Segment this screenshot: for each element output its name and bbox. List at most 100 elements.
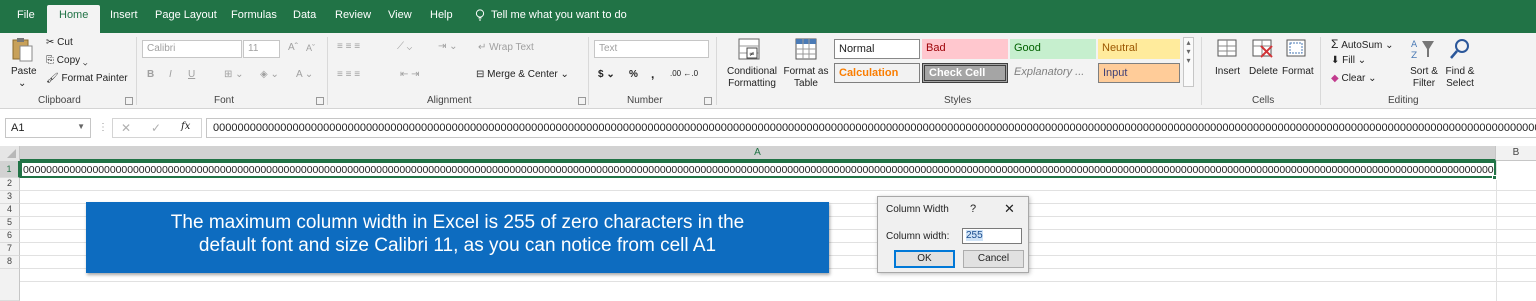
find-select-icon[interactable] bbox=[1448, 37, 1472, 64]
tab-file[interactable]: File bbox=[17, 9, 35, 21]
insert-function-icon[interactable]: fx bbox=[181, 121, 190, 132]
font-size-combo[interactable]: 11 bbox=[243, 40, 280, 58]
chevron-down-icon[interactable]: ▼ bbox=[77, 122, 85, 131]
clipboard-launcher-icon[interactable] bbox=[125, 97, 133, 105]
currency-button[interactable]: $ ⌄ bbox=[598, 69, 615, 80]
style-normal[interactable]: Normal bbox=[834, 39, 920, 59]
style-calculation[interactable]: Calculation bbox=[834, 63, 920, 83]
autosum-button[interactable]: Σ AutoSum ⌄ bbox=[1331, 37, 1394, 51]
svg-text:≠: ≠ bbox=[749, 50, 755, 58]
column-header-b[interactable]: B bbox=[1496, 146, 1536, 161]
underline-button[interactable]: U bbox=[188, 69, 195, 80]
row-header-8[interactable]: 8 bbox=[0, 256, 20, 269]
wrap-text-label: Wrap Text bbox=[489, 42, 534, 53]
indent-icon[interactable]: ⇤ ⇥ bbox=[400, 69, 420, 80]
conditional-formatting-button[interactable]: Conditional Formatting bbox=[725, 66, 779, 90]
divider bbox=[1201, 37, 1202, 105]
styles-gallery-scroll[interactable]: ▴ ▾ ▾ bbox=[1183, 37, 1194, 87]
comma-button[interactable]: , bbox=[651, 67, 654, 81]
fill-handle[interactable] bbox=[1492, 175, 1497, 180]
format-cells-button[interactable]: Format bbox=[1282, 66, 1314, 77]
tab-page-layout[interactable]: Page Layout bbox=[155, 9, 217, 21]
tab-home[interactable]: Home bbox=[47, 5, 101, 33]
row-header-1[interactable]: 1 bbox=[0, 161, 20, 178]
sort-filter-icon[interactable]: AZ bbox=[1410, 37, 1436, 64]
paste-label[interactable]: Paste bbox=[11, 66, 37, 77]
tell-me-search[interactable]: Tell me what you want to do bbox=[475, 9, 627, 21]
number-format-combo[interactable]: Text bbox=[594, 40, 709, 58]
enter-icon[interactable]: ✓ bbox=[151, 121, 161, 135]
font-launcher-icon[interactable] bbox=[316, 97, 324, 105]
format-as-table-icon[interactable] bbox=[795, 38, 819, 65]
alignment-launcher-icon[interactable] bbox=[578, 97, 586, 105]
text-direction-icon[interactable]: ⇥ ⌄ bbox=[438, 41, 458, 52]
row-header-6[interactable]: 6 bbox=[0, 230, 20, 243]
insert-cells-icon[interactable] bbox=[1217, 37, 1239, 62]
column-width-input[interactable]: 255 bbox=[962, 228, 1022, 244]
style-neutral[interactable]: Neutral bbox=[1098, 39, 1180, 59]
column-width-label: Column width: bbox=[886, 231, 950, 242]
merge-center-button[interactable]: ⊟ Merge & Center ⌄ bbox=[476, 69, 569, 80]
cancel-icon[interactable]: ✕ bbox=[121, 121, 131, 135]
tab-review[interactable]: Review bbox=[335, 9, 371, 21]
font-color-button[interactable]: A ⌄ bbox=[296, 69, 313, 80]
insert-cells-button[interactable]: Insert bbox=[1215, 66, 1240, 77]
format-painter-button[interactable]: 🖌 Format Painter bbox=[46, 73, 128, 84]
select-all-corner[interactable] bbox=[0, 146, 20, 161]
cancel-button[interactable]: Cancel bbox=[963, 250, 1024, 268]
decimal-buttons[interactable]: .00 ←.0 bbox=[670, 69, 698, 78]
divider bbox=[136, 37, 137, 105]
tab-data[interactable]: Data bbox=[293, 9, 316, 21]
style-check-cell[interactable]: Check Cell bbox=[922, 63, 1008, 83]
ok-button[interactable]: OK bbox=[894, 250, 955, 268]
formula-input[interactable]: 0000000000000000000000000000000000000000… bbox=[206, 118, 1536, 138]
paste-dropdown-icon[interactable]: ⌄ bbox=[18, 78, 26, 89]
fill-down-icon: ⬇ bbox=[1331, 55, 1340, 66]
row-header-7[interactable]: 7 bbox=[0, 243, 20, 256]
sigma-icon: Σ bbox=[1331, 37, 1339, 51]
bold-button[interactable]: B bbox=[147, 69, 154, 80]
row-header-2[interactable]: 2 bbox=[0, 178, 20, 191]
name-box[interactable]: A1 ▼ bbox=[5, 118, 91, 138]
wrap-text-button[interactable]: ↵ Wrap Text bbox=[478, 42, 534, 53]
shrink-font-button[interactable]: Aˇ bbox=[306, 43, 315, 53]
fill-color-icon[interactable]: ◈ ⌄ bbox=[260, 69, 279, 80]
help-icon[interactable]: ? bbox=[970, 203, 976, 215]
close-icon[interactable]: ✕ bbox=[1004, 201, 1015, 217]
row-header-5[interactable]: 5 bbox=[0, 217, 20, 230]
tab-insert[interactable]: Insert bbox=[110, 9, 138, 21]
grow-font-button[interactable]: Aˆ bbox=[288, 42, 298, 53]
tab-view[interactable]: View bbox=[388, 9, 412, 21]
percent-button[interactable]: % bbox=[629, 69, 638, 80]
fill-button[interactable]: ⬇ Fill ⌄ bbox=[1331, 55, 1366, 66]
svg-text:A: A bbox=[1411, 40, 1418, 50]
clear-button[interactable]: ◆ Clear ⌄ bbox=[1331, 73, 1377, 84]
row-header-4[interactable]: 4 bbox=[0, 204, 20, 217]
style-explanatory[interactable]: Explanatory ... bbox=[1010, 63, 1096, 83]
borders-icon[interactable]: ⊞ ⌄ bbox=[224, 69, 244, 80]
copy-button[interactable]: ⎘ Copy ⌄ bbox=[46, 55, 88, 66]
cell-a1[interactable]: 0000000000000000000000000000000000000000… bbox=[20, 161, 1496, 178]
sort-filter-button[interactable]: Sort & Filter bbox=[1407, 66, 1441, 90]
column-header-a[interactable]: A bbox=[20, 146, 1496, 161]
italic-button[interactable]: I bbox=[169, 69, 172, 80]
style-input[interactable]: Input bbox=[1098, 63, 1180, 83]
row-header-3[interactable]: 3 bbox=[0, 191, 20, 204]
cut-button[interactable]: ✂ Cut bbox=[46, 37, 73, 48]
font-name-combo[interactable]: Calibri bbox=[142, 40, 242, 58]
style-bad[interactable]: Bad bbox=[922, 39, 1008, 59]
format-as-table-button[interactable]: Format as Table bbox=[783, 66, 829, 90]
align-left-icon[interactable]: ≡ ≡ ≡ bbox=[337, 69, 360, 80]
number-launcher-icon[interactable] bbox=[704, 97, 712, 105]
tab-formulas[interactable]: Formulas bbox=[231, 9, 277, 21]
delete-cells-button[interactable]: Delete bbox=[1249, 66, 1278, 77]
paste-icon[interactable] bbox=[11, 37, 33, 66]
delete-cells-icon[interactable] bbox=[1252, 37, 1274, 62]
format-cells-icon[interactable] bbox=[1286, 37, 1308, 62]
align-top-icon[interactable]: ≡ ≡ ≡ bbox=[337, 41, 360, 52]
tab-help[interactable]: Help bbox=[430, 9, 453, 21]
orientation-icon[interactable]: ⟋ ⌄ bbox=[397, 41, 412, 52]
style-good[interactable]: Good bbox=[1010, 39, 1096, 59]
find-select-button[interactable]: Find & Select bbox=[1442, 66, 1478, 90]
conditional-formatting-icon[interactable]: ≠ bbox=[738, 38, 762, 65]
